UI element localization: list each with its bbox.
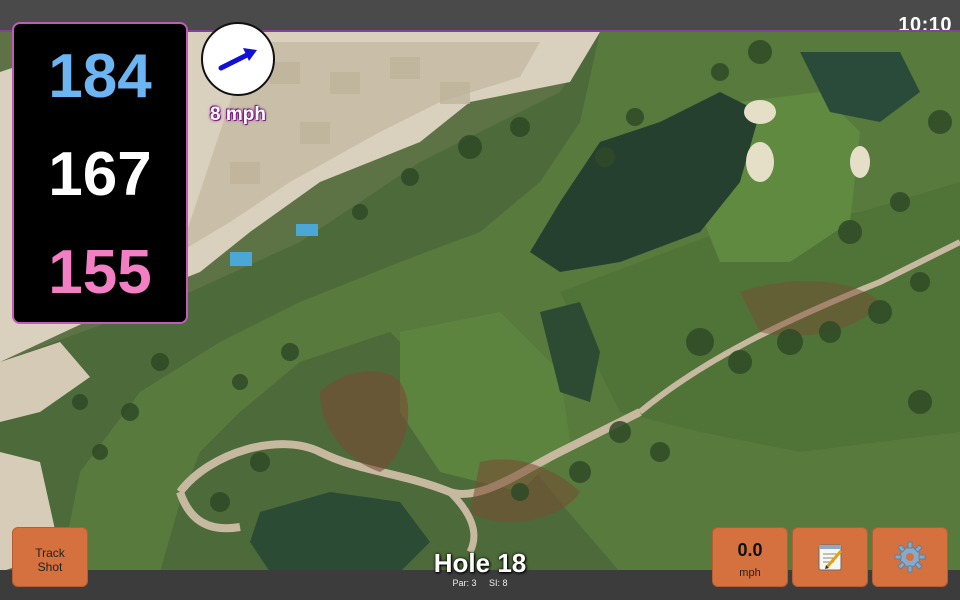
gear-icon <box>894 541 926 573</box>
wind-direction-arrow-icon <box>218 48 257 71</box>
track-shot-label: Track Shot <box>35 546 65 574</box>
back-distance: 184 <box>48 42 152 111</box>
hole-details: Par: 3 SI: 8 <box>380 578 580 588</box>
front-distance: 155 <box>48 238 152 307</box>
wind-indicator <box>201 22 275 96</box>
speed-unit: mph <box>739 567 761 579</box>
hole-par: Par: 3 <box>452 578 477 588</box>
track-shot-button[interactable]: Track Shot <box>12 527 88 587</box>
wind-speed-label: 8 mph <box>210 104 266 125</box>
speed-button[interactable]: 0.0 mph <box>712 527 788 587</box>
golf-gps-screen: 10:10 184 167 155 8 mph Track Shot Hole … <box>0 0 960 600</box>
distance-panel: 184 167 155 <box>12 22 188 324</box>
notepad-icon <box>818 544 843 571</box>
hole-info: Hole 18 Par: 3 SI: 8 <box>380 548 580 588</box>
hole-stroke-index: SI: 8 <box>489 578 508 588</box>
settings-button[interactable] <box>872 527 948 587</box>
speed-value: 0.0 <box>737 540 763 560</box>
notes-button[interactable] <box>792 527 868 587</box>
hole-title: Hole 18 <box>433 548 527 578</box>
center-distance: 167 <box>48 140 152 209</box>
